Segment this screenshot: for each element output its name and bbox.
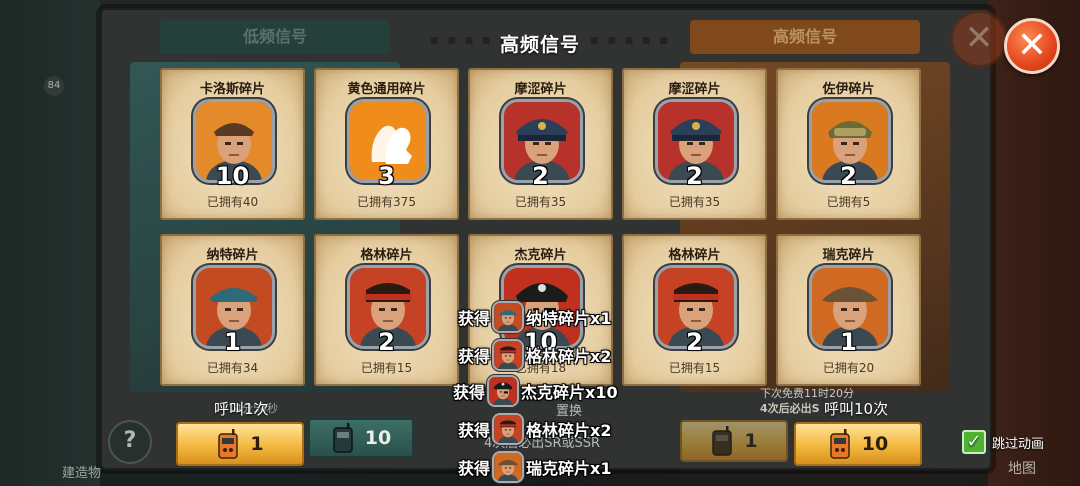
reward-card: 瑞克碎片 1 已拥有20	[776, 234, 921, 386]
close-button[interactable]: ✕	[1004, 18, 1060, 74]
feed-item: 获得 纳特碎片x1	[458, 302, 611, 332]
skip-animation-toggle[interactable]: ✓ 跳过动画	[962, 430, 1044, 454]
green-portrait	[494, 341, 523, 369]
card-name: 佐伊碎片	[822, 82, 875, 97]
card-owned: 已拥有20	[822, 361, 875, 375]
radio-icon	[830, 429, 850, 459]
feed-text: 格林碎片x2	[526, 421, 612, 440]
card-name: 格林碎片	[668, 248, 721, 263]
reward-card: 佐伊碎片 2 已拥有5	[776, 68, 921, 220]
jack-portrait	[489, 377, 518, 405]
rick-portrait	[494, 453, 523, 481]
feed-text: 纳特碎片x1	[526, 309, 612, 328]
card-owned: 已拥有5	[826, 195, 871, 209]
call-ten-cost: 10	[861, 433, 889, 455]
reward-card: 黄色通用碎片 3 已拥有375	[314, 68, 459, 220]
card-name: 瑞克碎片	[822, 248, 875, 263]
low-call-ten-cost: 10	[364, 427, 392, 449]
feed-prefix: 获得	[458, 309, 491, 328]
card-count: 10	[215, 162, 250, 190]
card-owned: 已拥有375	[357, 195, 416, 209]
feed-item: 获得 格林碎片x2	[458, 414, 611, 444]
help-button[interactable]: ?	[108, 420, 152, 464]
card-count: 2	[840, 162, 857, 190]
card-name: 杰克碎片	[514, 248, 567, 263]
card-count: 1	[224, 328, 241, 356]
card-owned: 已拥有34	[206, 361, 259, 375]
card-name: 卡洛斯碎片	[199, 82, 265, 97]
card-name: 摩涩碎片	[514, 82, 567, 97]
feed-item: 获得 杰克碎片x10	[453, 376, 618, 406]
reward-card: 格林碎片 2 已拥有15	[314, 234, 459, 386]
card-count: 2	[686, 162, 703, 190]
card-owned: 已拥有40	[206, 195, 259, 209]
card-owned: 已拥有35	[668, 195, 721, 209]
call-once-label: 呼叫1次	[214, 400, 269, 418]
reward-card: 格林碎片 2 已拥有15	[622, 234, 767, 386]
green-portrait	[494, 415, 523, 443]
card-count: 1	[840, 328, 857, 356]
map-label[interactable]: 地图	[1008, 458, 1036, 478]
left-bottom-label[interactable]: 建造物	[62, 462, 101, 481]
feed-text: 格林碎片x2	[526, 347, 612, 366]
checkbox-checked-icon[interactable]: ✓	[962, 430, 986, 454]
card-count: 2	[532, 162, 549, 190]
call-ten-button[interactable]: 10	[794, 422, 922, 466]
close-icon-background: ✕	[950, 10, 1008, 68]
card-name: 摩涩碎片	[668, 82, 721, 97]
results-title: 高频信号	[499, 34, 580, 56]
reward-card: 摩涩碎片 2 已拥有35	[622, 68, 767, 220]
reward-card: 纳特碎片 1 已拥有34	[160, 234, 305, 386]
call-once-button[interactable]: 1	[176, 422, 304, 466]
card-name: 格林碎片	[360, 248, 413, 263]
feed-prefix: 获得	[458, 421, 491, 440]
feed-item: 获得 瑞克碎片x1	[458, 452, 611, 482]
card-count: 2	[378, 328, 395, 356]
feed-item: 获得 格林碎片x2	[458, 340, 611, 370]
low-call-ten-button[interactable]: 10	[308, 418, 414, 458]
high-call-once-cost: 1	[744, 430, 758, 452]
nate-portrait	[494, 303, 523, 331]
card-count: 2	[686, 328, 703, 356]
feed-prefix: 获得	[458, 459, 491, 478]
radio-icon	[333, 423, 353, 453]
skip-animation-label: 跳过动画	[992, 436, 1045, 452]
reward-card: 摩涩碎片 2 已拥有35	[468, 68, 613, 220]
card-name: 黄色通用碎片	[347, 82, 426, 97]
radio-icon	[218, 429, 239, 459]
reward-card: 卡洛斯碎片 10 已拥有40	[160, 68, 305, 220]
high-call-once-button[interactable]: 1	[680, 420, 788, 462]
reward-card-grid: 卡洛斯碎片 10 已拥有40 黄色通用碎片 3 已拥有375 摩涩碎片 2 已拥…	[160, 68, 922, 386]
card-owned: 已拥有35	[514, 195, 567, 209]
feed-prefix: 获得	[458, 347, 491, 366]
card-count: 3	[378, 162, 395, 190]
radio-icon	[712, 426, 733, 456]
call-once-cost: 1	[250, 433, 264, 455]
card-owned: 已拥有15	[360, 361, 413, 375]
feed-text: 杰克碎片x10	[521, 383, 618, 402]
feed-text: 瑞克碎片x1	[526, 459, 612, 478]
call-ten-label: 呼叫10次	[824, 400, 889, 418]
card-owned: 已拥有15	[668, 361, 721, 375]
card-name: 纳特碎片	[206, 248, 259, 263]
feed-prefix: 获得	[453, 383, 486, 402]
